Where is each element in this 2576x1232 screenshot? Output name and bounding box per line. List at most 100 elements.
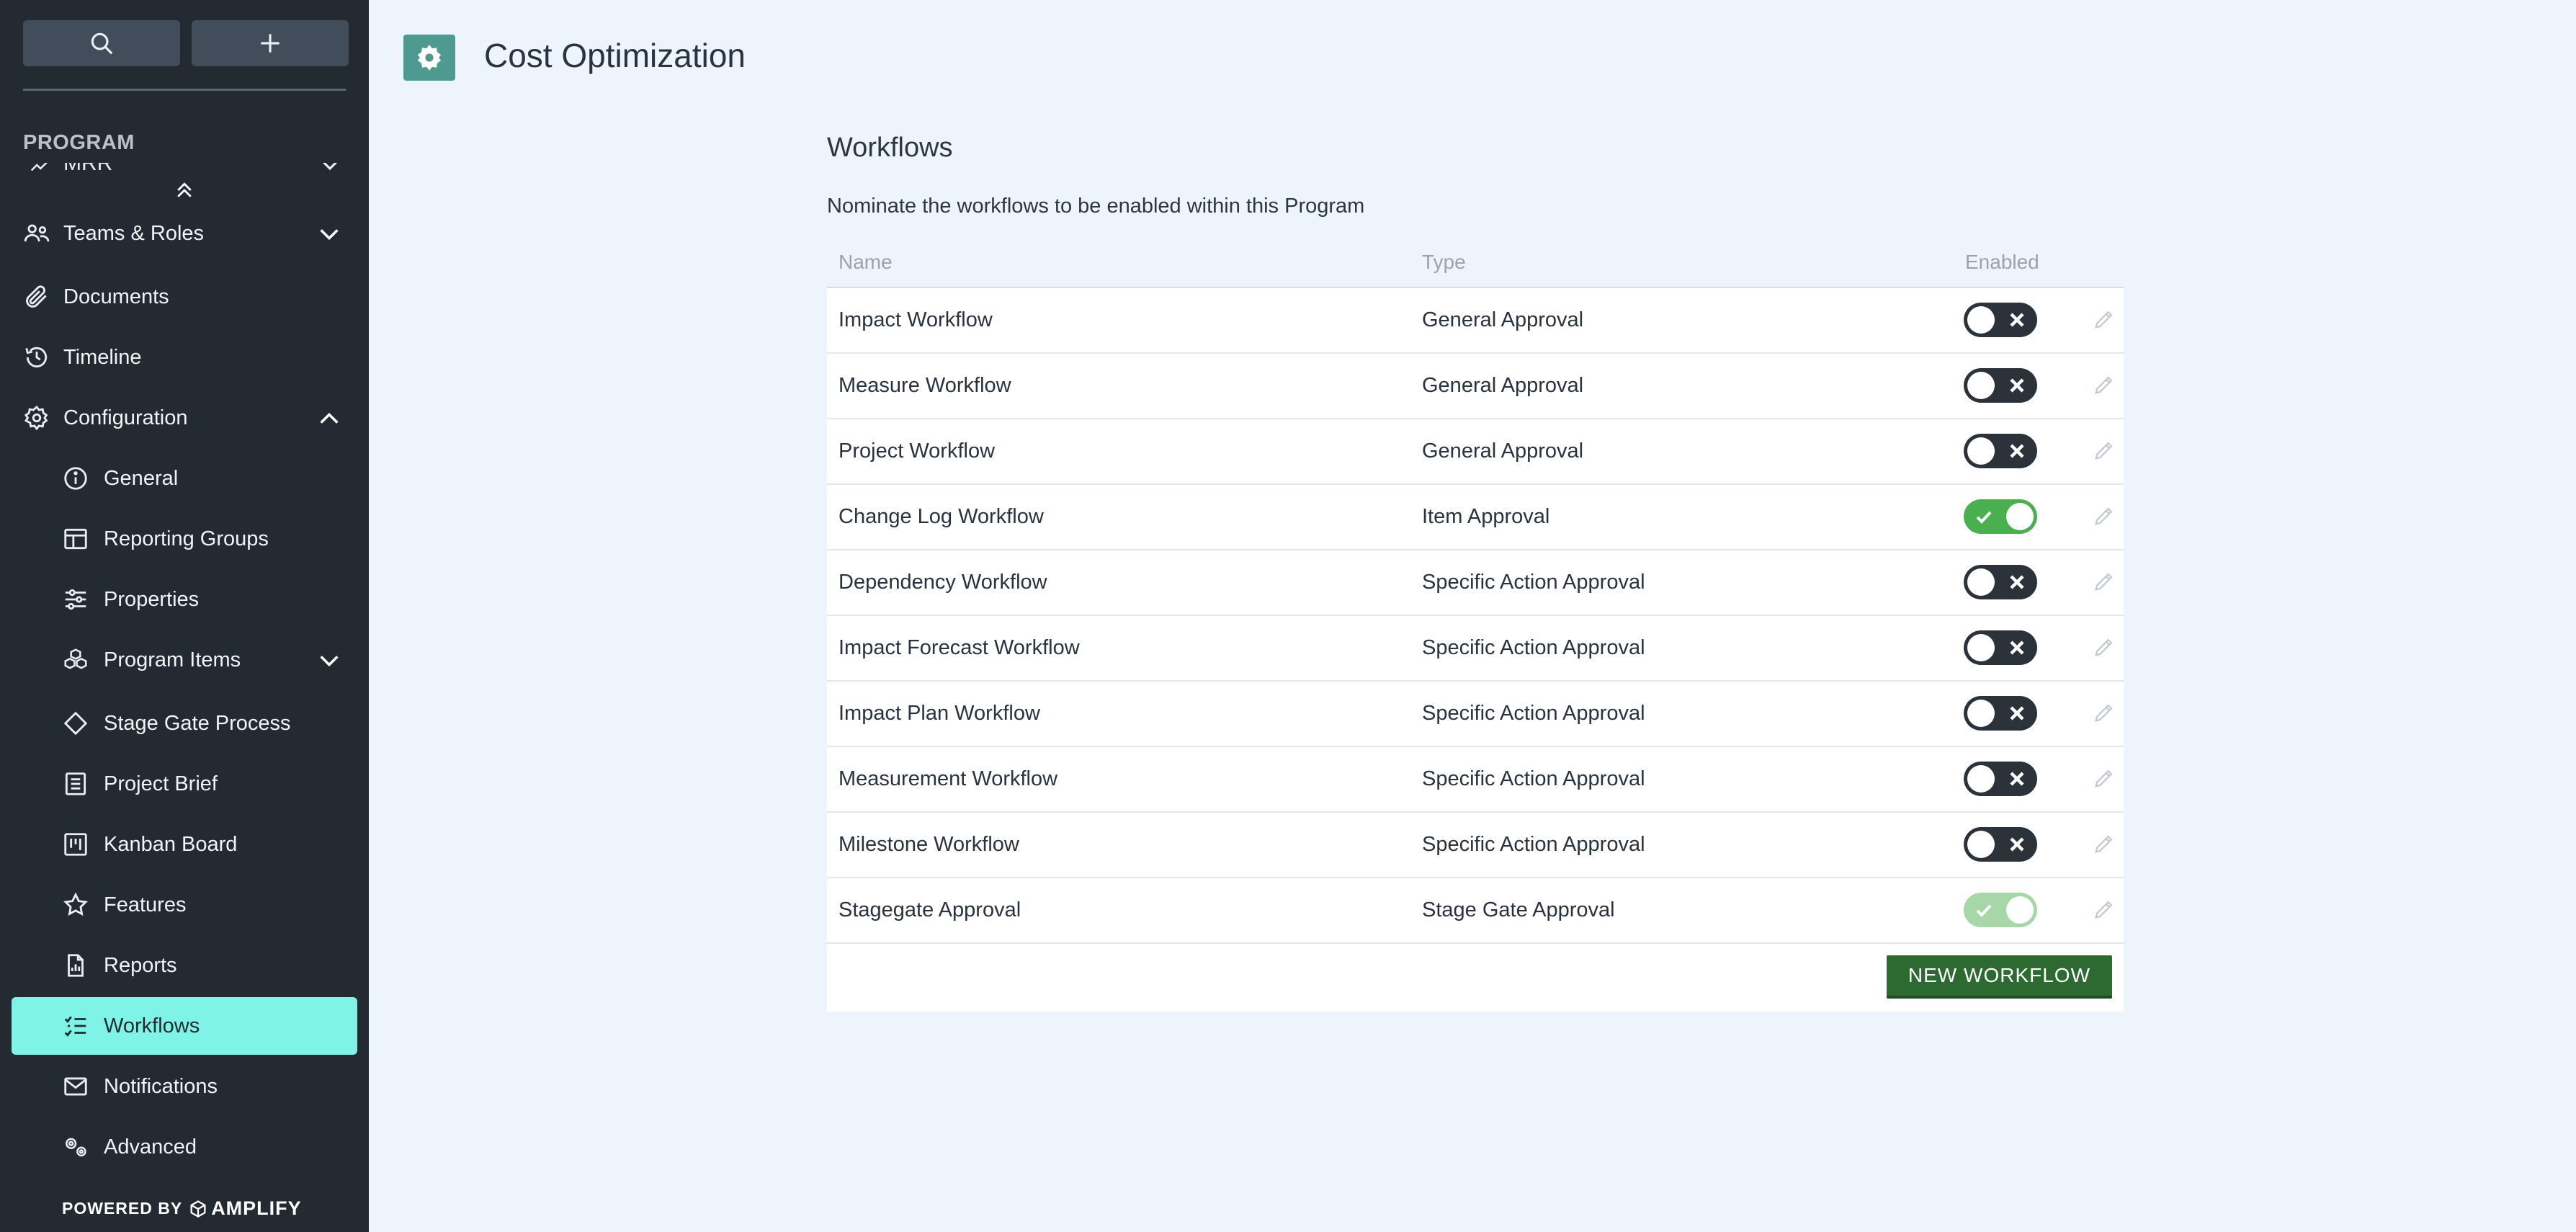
chart-icon xyxy=(30,163,48,171)
users-icon xyxy=(23,220,50,247)
table-row: Measure Workflow General Approval xyxy=(827,354,2124,419)
sidebar-item-workflows[interactable]: Workflows xyxy=(12,997,357,1055)
sidebar-item-configuration[interactable]: Configuration xyxy=(12,389,357,447)
page-title: Cost Optimization xyxy=(484,37,746,74)
column-header-enabled: Enabled xyxy=(1965,251,2039,273)
amplify-logo-icon xyxy=(190,1200,206,1218)
sidebar-item-general[interactable]: General xyxy=(12,450,357,507)
enabled-toggle xyxy=(1964,893,2037,927)
sidebar-item-documents[interactable]: Documents xyxy=(12,268,357,326)
new-workflow-button[interactable]: NEW WORKFLOW xyxy=(1886,955,2112,999)
kanban-icon xyxy=(62,831,89,858)
sidebar-item-properties[interactable]: Properties xyxy=(12,571,357,628)
workflow-type: Specific Action Approval xyxy=(1422,767,1645,790)
sidebar-item-label: Timeline xyxy=(63,345,142,369)
plus-icon xyxy=(261,34,279,53)
enabled-toggle[interactable] xyxy=(1964,434,2037,468)
enabled-toggle[interactable] xyxy=(1964,762,2037,796)
sliders-icon xyxy=(62,586,89,613)
sidebar-item-stage-gate-process[interactable]: Stage Gate Process xyxy=(12,695,357,752)
sidebar-item-label: Configuration xyxy=(63,406,188,429)
sidebar-item-label: Workflows xyxy=(104,1014,200,1037)
pencil-icon[interactable] xyxy=(2092,438,2116,463)
table-row: Impact Forecast Workflow Specific Action … xyxy=(827,616,2124,682)
pencil-icon[interactable] xyxy=(2092,766,2116,790)
sidebar-item-label: Properties xyxy=(104,587,200,611)
workflow-type: Stage Gate Approval xyxy=(1422,898,1615,921)
file-chart-icon xyxy=(62,952,89,979)
sidebar: PROGRAM MRR Teams & Roles Documents Time… xyxy=(0,0,369,1232)
pencil-icon[interactable] xyxy=(2092,307,2116,331)
add-button[interactable] xyxy=(192,20,349,66)
pencil-icon[interactable] xyxy=(2092,569,2116,594)
pencil-icon[interactable] xyxy=(2092,372,2116,397)
chevron-down-icon[interactable] xyxy=(317,648,341,673)
powered-by-text: POWERED BY xyxy=(62,1199,183,1218)
enabled-toggle[interactable] xyxy=(1964,368,2037,403)
sidebar-item-reports[interactable]: Reports xyxy=(12,937,357,994)
toggle-knob xyxy=(1967,372,1995,399)
sidebar-item-reporting-groups[interactable]: Reporting Groups xyxy=(12,510,357,568)
enabled-toggle[interactable] xyxy=(1964,499,2037,534)
sidebar-item-kanban-board[interactable]: Kanban Board xyxy=(12,816,357,873)
workflow-name: Milestone Workflow xyxy=(838,833,1019,856)
column-header-type: Type xyxy=(1422,251,1466,273)
pencil-icon[interactable] xyxy=(2092,635,2116,659)
enabled-toggle[interactable] xyxy=(1964,696,2037,731)
sidebar-item-teams-roles[interactable]: Teams & Roles xyxy=(12,205,357,262)
pencil-icon[interactable] xyxy=(2092,897,2116,921)
toggle-knob xyxy=(1967,700,1995,727)
table-footer: NEW WORKFLOW xyxy=(827,944,2124,1012)
enabled-toggle[interactable] xyxy=(1964,827,2037,862)
gears-icon xyxy=(62,1133,89,1161)
sidebar-item-features[interactable]: Features xyxy=(12,876,357,934)
chevron-down-icon[interactable] xyxy=(317,222,341,246)
enabled-toggle[interactable] xyxy=(1964,565,2037,599)
toggle-knob xyxy=(1967,568,1995,596)
enabled-toggle[interactable] xyxy=(1964,303,2037,337)
close-icon xyxy=(2008,705,2026,722)
toggle-knob xyxy=(1967,634,1995,661)
sidebar-item-label: Stage Gate Process xyxy=(104,711,291,735)
close-icon xyxy=(2008,770,2026,787)
sidebar-item-timeline[interactable]: Timeline xyxy=(12,329,357,386)
sidebar-item-label: Project Brief xyxy=(104,772,218,795)
workflow-name: Impact Plan Workflow xyxy=(838,702,1040,725)
sidebar-item-project-brief[interactable]: Project Brief xyxy=(12,755,357,813)
chevron-up-icon[interactable] xyxy=(317,406,341,431)
sidebar-item-notifications[interactable]: Notifications xyxy=(12,1058,357,1115)
sidebar-item-label: Notifications xyxy=(104,1074,218,1098)
scroll-up-icon[interactable] xyxy=(174,178,195,202)
sidebar-item-label: Kanban Board xyxy=(104,832,238,856)
pencil-icon[interactable] xyxy=(2092,700,2116,725)
close-icon xyxy=(2008,377,2026,394)
sidebar-item-program-items[interactable]: Program Items xyxy=(12,631,357,689)
paperclip-icon xyxy=(23,283,50,311)
brand-name: AMPLIFY xyxy=(211,1197,302,1219)
workflows-table: Name Type Enabled Impact Workflow General… xyxy=(827,241,2124,1012)
workflow-type: General Approval xyxy=(1422,308,1584,331)
enabled-toggle[interactable] xyxy=(1964,630,2037,665)
envelope-icon xyxy=(62,1073,89,1100)
pencil-icon[interactable] xyxy=(2092,504,2116,528)
workflow-type: General Approval xyxy=(1422,374,1584,397)
pencil-icon[interactable] xyxy=(2092,831,2116,856)
section-title: Workflows xyxy=(827,133,953,163)
table-row: Change Log Workflow Item Approval xyxy=(827,485,2124,550)
search-button[interactable] xyxy=(23,20,180,66)
workflow-name: Measure Workflow xyxy=(838,374,1011,397)
close-icon xyxy=(2008,311,2026,329)
toggle-knob xyxy=(1967,765,1995,793)
sidebar-clipped-item[interactable]: MRR xyxy=(0,163,369,179)
diamond-icon xyxy=(62,710,89,737)
search-icon xyxy=(91,32,113,55)
gear-icon xyxy=(23,404,50,432)
sidebar-item-label: Features xyxy=(104,893,187,916)
gear-icon xyxy=(417,45,442,71)
workflow-type: Specific Action Approval xyxy=(1422,702,1645,725)
sidebar-item-label: Documents xyxy=(63,285,169,308)
sidebar-item-advanced[interactable]: Advanced xyxy=(12,1118,357,1176)
sidebar-item-label: Teams & Roles xyxy=(63,221,205,245)
toggle-knob xyxy=(1967,437,1995,465)
workflow-type: Item Approval xyxy=(1422,505,1550,528)
